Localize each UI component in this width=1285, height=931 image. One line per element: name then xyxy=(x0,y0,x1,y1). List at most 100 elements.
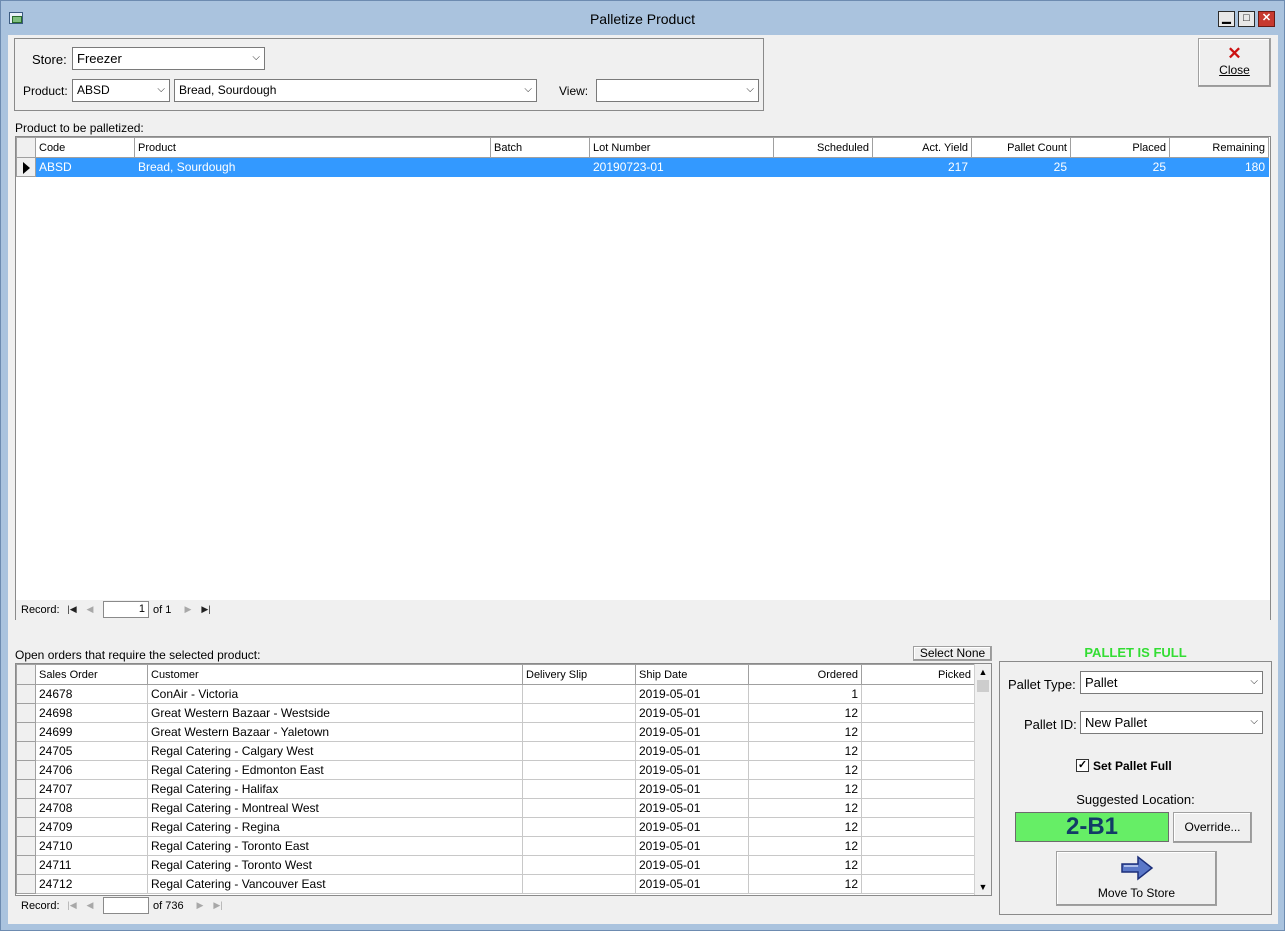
column-header[interactable]: Code xyxy=(35,137,135,158)
view-select[interactable]: ⌵ xyxy=(596,79,759,102)
scroll-up-icon[interactable]: ▲ xyxy=(975,664,991,680)
table-cell[interactable]: ConAir - Victoria xyxy=(147,684,523,704)
table-cell[interactable]: 2019-05-01 xyxy=(635,855,749,875)
column-header[interactable]: Placed xyxy=(1070,137,1170,158)
store-select[interactable]: Freezer ⌵ xyxy=(72,47,265,70)
table-cell[interactable]: 25 xyxy=(971,157,1071,177)
product-code-select[interactable]: ABSD ⌵ xyxy=(72,79,170,102)
table-cell[interactable]: 24712 xyxy=(35,874,148,894)
table-cell[interactable]: Regal Catering - Calgary West xyxy=(147,741,523,761)
table-cell[interactable]: Regal Catering - Vancouver East xyxy=(147,874,523,894)
table-cell[interactable]: ABSD xyxy=(35,157,135,177)
column-header[interactable]: Product xyxy=(134,137,491,158)
table-cell[interactable] xyxy=(861,741,975,761)
table-cell[interactable]: 180 xyxy=(1169,157,1269,177)
table-cell[interactable]: 25 xyxy=(1070,157,1170,177)
table-cell[interactable] xyxy=(522,798,636,818)
table-row[interactable]: 24708 Regal Catering - Montreal West 2019-… xyxy=(16,798,975,818)
table-cell[interactable] xyxy=(522,722,636,742)
table-row[interactable]: 24705 Regal Catering - Calgary West 2019-0… xyxy=(16,741,975,761)
table-cell[interactable] xyxy=(861,798,975,818)
table-cell[interactable]: Great Western Bazaar - Yaletown xyxy=(147,722,523,742)
table-cell[interactable]: 2019-05-01 xyxy=(635,874,749,894)
table-cell[interactable] xyxy=(861,779,975,799)
table-cell[interactable] xyxy=(522,779,636,799)
table-cell[interactable] xyxy=(861,703,975,723)
table-cell[interactable]: 2019-05-01 xyxy=(635,779,749,799)
column-header[interactable]: Batch xyxy=(490,137,590,158)
table-cell[interactable] xyxy=(522,684,636,704)
row-selector[interactable] xyxy=(16,741,36,761)
table-cell[interactable] xyxy=(522,703,636,723)
next-record-icon[interactable]: ▶ xyxy=(180,602,196,617)
row-selector[interactable] xyxy=(16,817,36,837)
column-header[interactable]: Pallet Count xyxy=(971,137,1071,158)
column-header[interactable]: Ship Date xyxy=(635,664,749,685)
table-cell[interactable]: 2019-05-01 xyxy=(635,836,749,856)
table-cell[interactable]: 12 xyxy=(748,874,862,894)
table-cell[interactable]: 12 xyxy=(748,741,862,761)
table-cell[interactable]: Regal Catering - Toronto East xyxy=(147,836,523,856)
table-cell[interactable] xyxy=(861,722,975,742)
table-cell[interactable]: 24705 xyxy=(35,741,148,761)
table-cell[interactable]: 24698 xyxy=(35,703,148,723)
table-cell[interactable] xyxy=(861,874,975,894)
row-selector[interactable] xyxy=(16,722,36,742)
pallet-id-select[interactable]: New Pallet ⌵ xyxy=(1080,711,1263,734)
table-row[interactable]: 24707 Regal Catering - Halifax 2019-05-01 1… xyxy=(16,779,975,799)
minimize-button[interactable]: ▁ xyxy=(1218,11,1235,27)
table-cell[interactable]: 24699 xyxy=(35,722,148,742)
table-cell[interactable]: Regal Catering - Edmonton East xyxy=(147,760,523,780)
table-row[interactable]: 24711 Regal Catering - Toronto West 2019-0… xyxy=(16,855,975,875)
row-selector[interactable] xyxy=(16,157,36,177)
table-row[interactable]: 24710 Regal Catering - Toronto East 2019-0… xyxy=(16,836,975,856)
table-row[interactable]: 24678 ConAir - Victoria 2019-05-01 1 xyxy=(16,684,975,704)
select-none-button[interactable]: Select None xyxy=(913,646,992,661)
table-cell[interactable]: 217 xyxy=(872,157,972,177)
table-cell[interactable]: 12 xyxy=(748,722,862,742)
table-cell[interactable]: 12 xyxy=(748,703,862,723)
table-cell[interactable]: 12 xyxy=(748,760,862,780)
next-record-icon[interactable]: ▶ xyxy=(192,898,208,913)
table-cell[interactable]: Regal Catering - Halifax xyxy=(147,779,523,799)
table-cell[interactable] xyxy=(773,157,873,177)
column-header[interactable]: Delivery Slip xyxy=(522,664,636,685)
table-cell[interactable]: 12 xyxy=(748,779,862,799)
table-cell[interactable] xyxy=(861,855,975,875)
row-selector[interactable] xyxy=(16,684,36,704)
table-cell[interactable]: 2019-05-01 xyxy=(635,760,749,780)
orders-vertical-scrollbar[interactable]: ▲ ▼ xyxy=(974,664,991,895)
table-cell[interactable]: 24708 xyxy=(35,798,148,818)
table-cell[interactable] xyxy=(861,684,975,704)
table-row[interactable]: 24709 Regal Catering - Regina 2019-05-01 12 xyxy=(16,817,975,837)
last-record-icon[interactable]: ▶| xyxy=(198,602,214,617)
table-cell[interactable]: 2019-05-01 xyxy=(635,703,749,723)
table-cell[interactable]: 24711 xyxy=(35,855,148,875)
table-cell[interactable] xyxy=(522,874,636,894)
table-cell[interactable] xyxy=(522,760,636,780)
table-row[interactable]: 24706 Regal Catering - Edmonton East 2019-… xyxy=(16,760,975,780)
table-cell[interactable] xyxy=(522,741,636,761)
table-cell[interactable]: 1 xyxy=(748,684,862,704)
table-cell[interactable]: Great Western Bazaar - Westside xyxy=(147,703,523,723)
column-header[interactable]: Customer xyxy=(147,664,523,685)
product-name-select[interactable]: Bread, Sourdough ⌵ xyxy=(174,79,537,102)
row-selector[interactable] xyxy=(16,703,36,723)
table-row[interactable]: ABSD Bread, Sourdough 20190723-01 217 25 25 18… xyxy=(16,157,1269,177)
table-cell[interactable]: 2019-05-01 xyxy=(635,722,749,742)
table-row[interactable]: 24698 Great Western Bazaar - Westside 2019… xyxy=(16,703,975,723)
table-cell[interactable]: 24710 xyxy=(35,836,148,856)
first-record-icon[interactable]: |◀ xyxy=(64,898,80,913)
table-cell[interactable]: 24709 xyxy=(35,817,148,837)
close-button[interactable]: ✕ Close xyxy=(1198,38,1271,87)
record-number-input[interactable]: 1 xyxy=(103,601,149,618)
column-header[interactable]: Picked xyxy=(861,664,975,685)
maximize-button[interactable]: □ xyxy=(1238,11,1255,27)
first-record-icon[interactable]: |◀ xyxy=(64,602,80,617)
table-cell[interactable]: Regal Catering - Montreal West xyxy=(147,798,523,818)
column-header[interactable]: Sales Order xyxy=(35,664,148,685)
row-selector[interactable] xyxy=(16,874,36,894)
table-cell[interactable]: 2019-05-01 xyxy=(635,798,749,818)
column-header[interactable]: Lot Number xyxy=(589,137,774,158)
row-selector[interactable] xyxy=(16,836,36,856)
